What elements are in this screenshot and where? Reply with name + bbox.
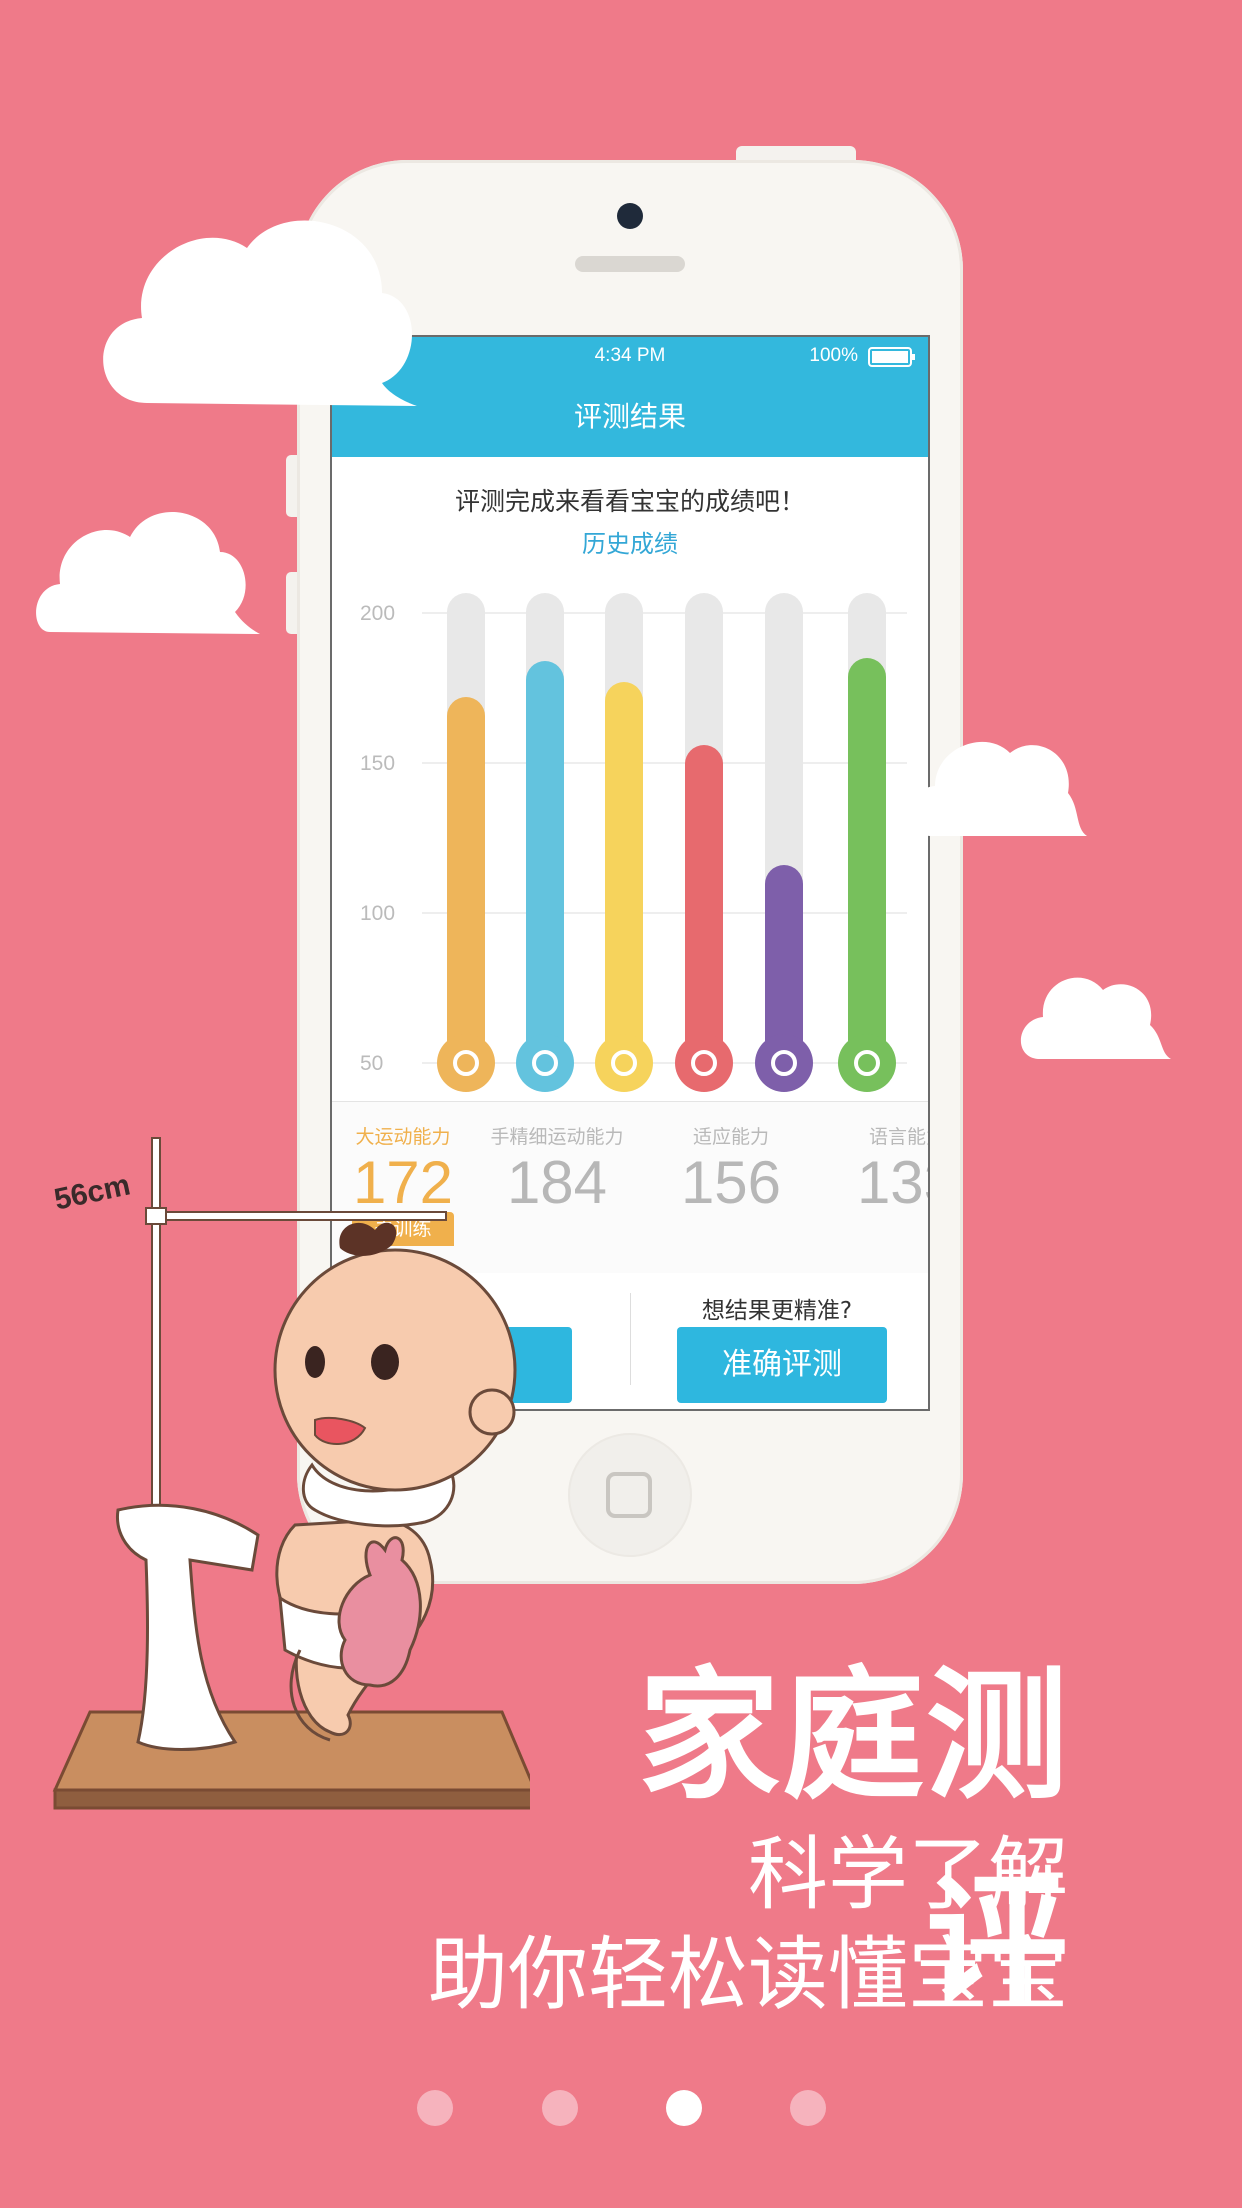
page-indicator-dot[interactable] [542,2090,578,2126]
tab-score: 156 [680,1149,782,1216]
page-indicator-dot[interactable] [790,2090,826,2126]
phone-speaker [575,256,685,272]
baby-measuring-illustration [52,1137,530,1810]
home-button-icon [606,1472,652,1518]
hand-icon[interactable] [516,1034,574,1092]
arm-icon[interactable] [437,1034,495,1092]
y-tick-label: 100 [360,902,395,925]
battery-icon [868,347,916,373]
cloud-decoration-left-mid [36,511,260,634]
bar-mouth[interactable] [685,745,723,1063]
bar-arm[interactable] [447,697,485,1063]
battery-percent: 100% [809,345,858,366]
bar-thermometer[interactable] [605,682,643,1063]
phone-camera [617,203,643,229]
ability-bar-chart: 50 100 150 200 [360,593,907,1092]
bar-hand[interactable] [526,661,564,1063]
divider [630,1293,631,1385]
result-prompt: 评测完成来看看宝宝的成绩吧！ [454,487,805,516]
bar-chat-bubbles[interactable] [765,865,803,1063]
page-indicator-dot-active[interactable] [666,2090,702,2126]
tab-label: 语言能力 [868,1126,928,1148]
history-link[interactable]: 历史成绩 [332,524,928,559]
right-question: 想结果更精准? [701,1298,853,1324]
slogan-line-1: 科学了解 [748,1828,1068,1921]
bar-eye[interactable] [848,658,886,1063]
tab-score: 133 [856,1149,928,1216]
accurate-test-button[interactable]: 准确评测 [677,1327,887,1403]
page-indicator-dot[interactable] [417,2090,453,2126]
y-tick-label: 200 [360,602,395,625]
cloud-decoration-right-mid [909,741,1087,836]
tab-label: 适应能力 [692,1126,769,1148]
cloud-decoration-right-low [1020,977,1171,1059]
y-tick-label: 150 [360,752,395,775]
y-tick-label: 50 [360,1052,383,1075]
slogan-line-2: 助你轻松读懂宝宝 [428,1928,1068,2021]
mouth-icon[interactable] [675,1034,733,1092]
thermometer-icon[interactable] [595,1034,653,1092]
chat-bubbles-icon[interactable] [755,1034,813,1092]
cloud-decoration-top-left [103,220,417,406]
eye-icon[interactable] [838,1034,896,1092]
